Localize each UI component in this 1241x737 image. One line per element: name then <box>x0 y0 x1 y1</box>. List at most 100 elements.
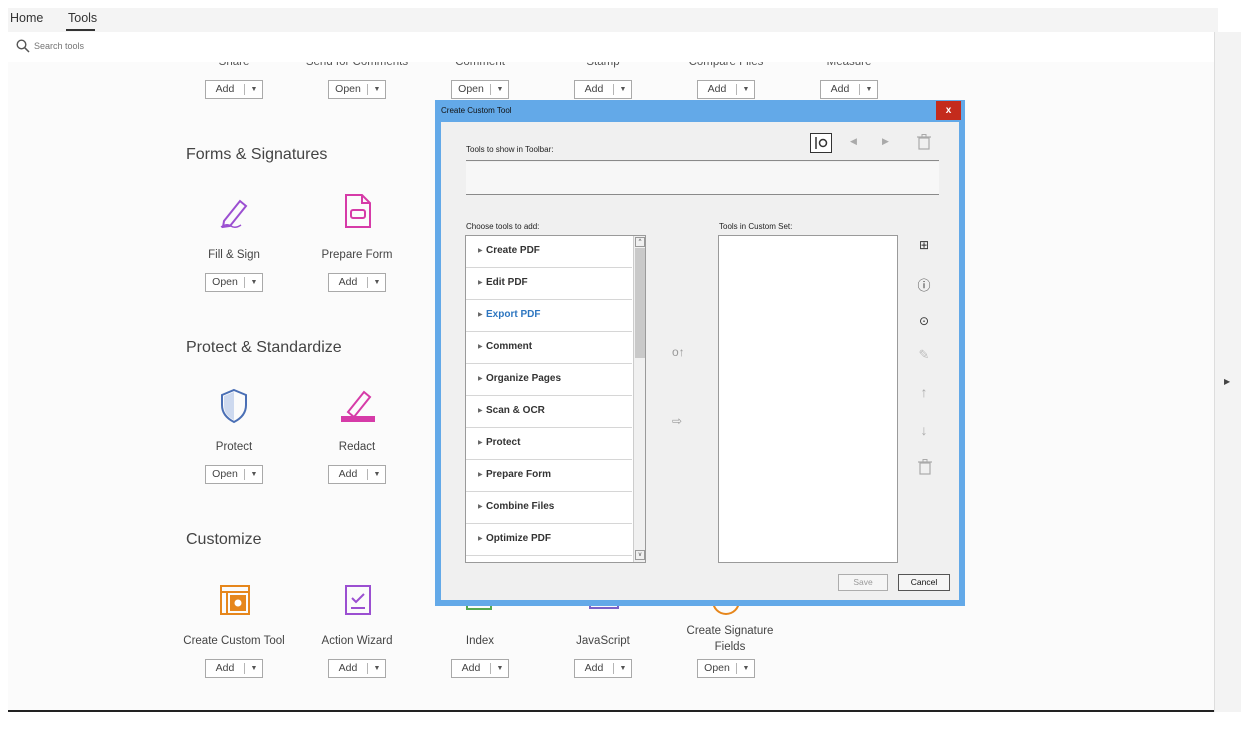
chevron-down-icon[interactable]: ▼ <box>245 81 263 98</box>
list-item[interactable]: ▶ Create PDF <box>466 236 632 268</box>
list-item[interactable]: ▶ Prepare Form <box>466 460 632 492</box>
add-custom-tool-icon[interactable]: ⊞ <box>913 238 935 260</box>
add-tool-arrow-icon[interactable]: ⇨ <box>672 414 682 428</box>
javascript-add-button[interactable]: Add ▼ <box>574 659 632 678</box>
chevron-down-icon[interactable]: ▼ <box>245 660 263 677</box>
tool-title-send-for-comments: Send for Comments <box>305 62 409 68</box>
tool-title-create-signature-fields: Create Signature Fields <box>686 625 774 653</box>
list-item[interactable]: ▶ Protect <box>466 428 632 460</box>
chevron-down-icon[interactable]: ▼ <box>245 274 263 291</box>
stamp-add-button[interactable]: Add ▼ <box>574 80 632 99</box>
cancel-button[interactable]: Cancel <box>898 574 950 591</box>
list-item[interactable]: ▶ Optimize PDF <box>466 524 632 556</box>
chevron-down-icon[interactable]: ▼ <box>860 81 878 98</box>
tool-title-redact: Redact <box>338 441 376 453</box>
action-wizard-add-button[interactable]: Add ▼ <box>328 659 386 678</box>
list-item[interactable]: ▶ Edit PDF <box>466 268 632 300</box>
dialog-title: Create Custom Tool <box>441 106 512 115</box>
chevron-down-icon[interactable]: ▼ <box>491 660 509 677</box>
fill-sign-open-button[interactable]: Open ▼ <box>205 273 263 292</box>
protect-open-button[interactable]: Open ▼ <box>205 465 263 484</box>
trash-icon[interactable] <box>917 134 931 150</box>
trash-icon[interactable] <box>918 459 932 475</box>
move-up-icon[interactable]: ↑ <box>913 384 935 406</box>
add-separator-arrow-icon[interactable]: o↑ <box>672 345 685 359</box>
button-label: Add <box>584 83 604 95</box>
index-add-button[interactable]: Add ▼ <box>451 659 509 678</box>
redact-add-button[interactable]: Add ▼ <box>328 465 386 484</box>
list-scrollbar[interactable]: ^ v <box>633 236 645 562</box>
right-panel-collapse-strip: ▶ <box>1214 32 1241 712</box>
list-item-label: Create PDF <box>486 245 540 256</box>
share-add-button[interactable]: Add ▼ <box>205 80 263 99</box>
tool-title-create-custom-tool: Create Custom Tool <box>183 635 285 647</box>
chevron-down-icon[interactable]: ▼ <box>368 274 386 291</box>
list-item[interactable]: ▶ Organize Pages <box>466 364 632 396</box>
chevron-down-icon[interactable]: ▼ <box>614 660 632 677</box>
section-title-forms-signatures: Forms & Signatures <box>186 146 328 163</box>
chevron-down-icon[interactable]: ▼ <box>368 466 386 483</box>
list-item-label: Organize Pages <box>486 373 562 384</box>
add-info-tool-icon[interactable]: ⓘ <box>913 275 935 297</box>
tool-title-index: Index <box>465 635 495 647</box>
chevron-down-icon[interactable]: ▼ <box>737 660 755 677</box>
move-left-icon[interactable]: ◀ <box>850 136 857 147</box>
list-item-label: Edit PDF <box>486 277 528 288</box>
insert-separator-button[interactable] <box>810 133 832 153</box>
dialog-body: Tools to show in Toolbar: ◀ ▶ Choose too… <box>441 122 959 600</box>
list-item[interactable]: ▶ Comment <box>466 332 632 364</box>
list-scrollbar-thumb[interactable] <box>635 248 645 358</box>
close-icon[interactable]: x <box>936 101 961 120</box>
button-label: Open <box>212 276 238 288</box>
create-custom-tool-icon <box>220 585 250 615</box>
scroll-up-icon[interactable]: ^ <box>635 237 645 247</box>
move-right-icon[interactable]: ▶ <box>882 136 889 147</box>
button-label: Add <box>215 662 235 674</box>
expand-arrow-icon: ▶ <box>478 376 483 382</box>
chevron-down-icon[interactable]: ▼ <box>614 81 632 98</box>
scroll-down-icon[interactable]: v <box>635 550 645 560</box>
toolbar-label: Tools to show in Toolbar: <box>466 145 554 154</box>
create-signature-fields-open-button[interactable]: Open ▼ <box>697 659 755 678</box>
expand-arrow-icon: ▶ <box>478 280 483 286</box>
active-tab-indicator <box>66 29 95 31</box>
expand-panel-icon[interactable]: ▶ <box>1224 377 1230 386</box>
custom-set-listbox[interactable] <box>718 235 898 563</box>
expand-arrow-icon: ▶ <box>478 536 483 542</box>
list-item-label: Export PDF <box>486 309 541 320</box>
edit-pencil-icon[interactable]: ✎ <box>913 347 935 369</box>
section-title-protect-standardize: Protect & Standardize <box>186 339 342 356</box>
expand-arrow-icon: ▶ <box>478 408 483 414</box>
send-for-comments-open-button[interactable]: Open ▼ <box>328 80 386 99</box>
tool-title-fill-sign: Fill & Sign <box>208 249 260 261</box>
list-item-label: Prepare Form <box>486 469 552 480</box>
button-label: Add <box>338 468 358 480</box>
chevron-down-icon[interactable]: ▼ <box>245 466 263 483</box>
measure-add-button[interactable]: Add ▼ <box>820 80 878 99</box>
chevron-down-icon[interactable]: ▼ <box>491 81 509 98</box>
compare-files-add-button[interactable]: Add ▼ <box>697 80 755 99</box>
chevron-down-icon[interactable]: ▼ <box>368 660 386 677</box>
list-item-selected[interactable]: ▶ Export PDF <box>466 300 632 332</box>
create-custom-tool-add-button[interactable]: Add ▼ <box>205 659 263 678</box>
protect-shield-icon <box>221 388 247 424</box>
prepare-form-icon <box>345 194 371 228</box>
list-item[interactable]: ▶ Scan & OCR <box>466 396 632 428</box>
prepare-form-add-button[interactable]: Add ▼ <box>328 273 386 292</box>
tab-home[interactable]: Home <box>10 11 43 25</box>
chevron-down-icon[interactable]: ▼ <box>368 81 386 98</box>
tab-tools[interactable]: Tools <box>68 11 97 25</box>
expand-arrow-icon: ▶ <box>478 504 483 510</box>
button-label: Open <box>704 662 730 674</box>
custom-set-label: Tools in Custom Set: <box>719 222 793 231</box>
tools-listbox[interactable]: ▶ Create PDF ▶ Edit PDF ▶ Export PDF ▶ Comme… <box>465 235 646 563</box>
save-button[interactable]: Save <box>838 574 888 591</box>
tool-title-share: Share <box>218 62 250 68</box>
move-down-icon[interactable]: ↓ <box>913 422 935 444</box>
chevron-down-icon[interactable]: ▼ <box>737 81 755 98</box>
search-input[interactable] <box>34 37 284 55</box>
list-item[interactable]: ▶ Combine Files <box>466 492 632 524</box>
button-label: Add <box>215 83 235 95</box>
add-divider-icon[interactable]: ⊙ <box>913 314 935 336</box>
comment-open-button[interactable]: Open ▼ <box>451 80 509 99</box>
